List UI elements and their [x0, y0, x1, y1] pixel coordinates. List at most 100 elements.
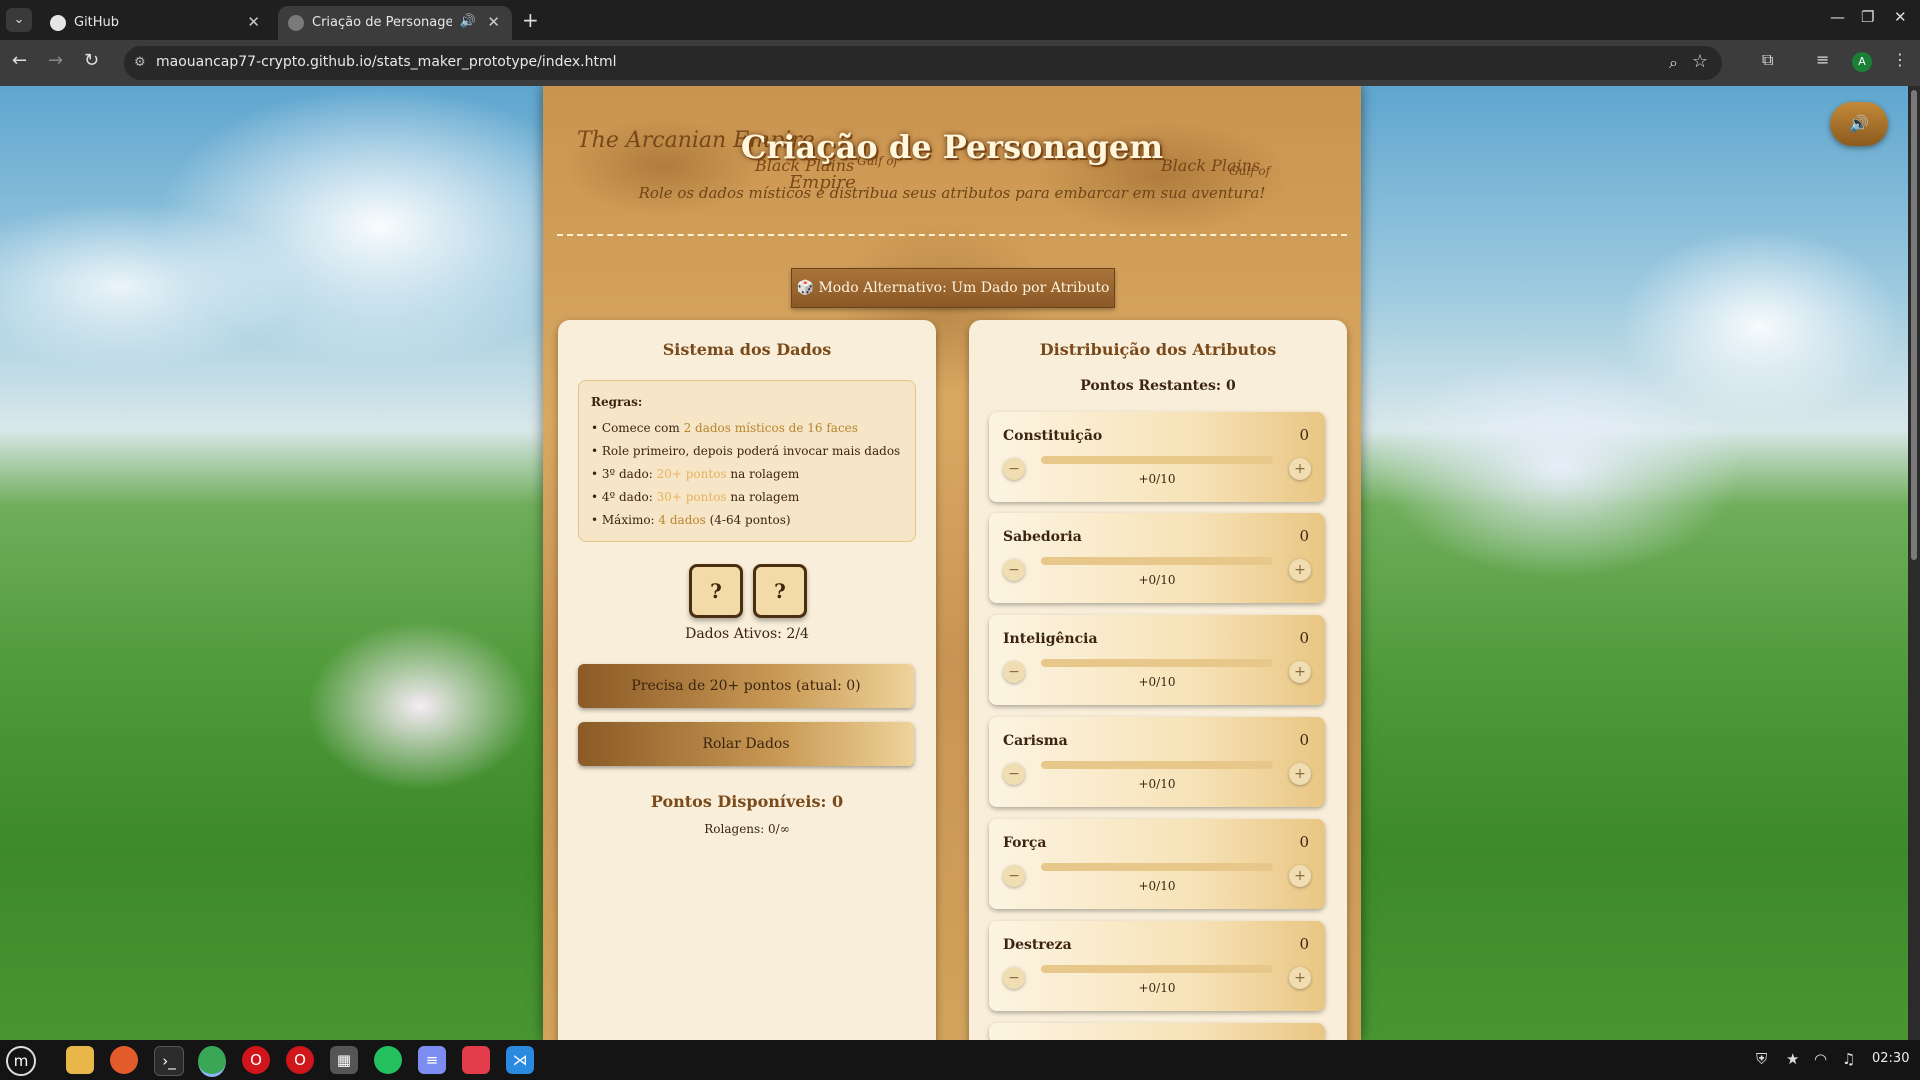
- url-text[interactable]: maouancap77-crypto.github.io/stats_maker…: [156, 54, 616, 70]
- zoom-icon[interactable]: ⌕: [1669, 53, 1678, 73]
- github-icon: [50, 15, 66, 31]
- attributes-card: Distribuição dos Atributos Pontos Restan…: [969, 320, 1347, 1040]
- attribute-name: Carisma: [1003, 733, 1068, 749]
- attribute-bar: [1041, 659, 1273, 667]
- start-menu-icon[interactable]: m: [6, 1046, 36, 1076]
- attribute-bonus: +0/10: [1138, 879, 1176, 893]
- clock[interactable]: 02:30: [1872, 1051, 1909, 1066]
- attribute-bonus: +0/10: [1138, 981, 1176, 995]
- media-controls-icon[interactable]: ≡: [1816, 50, 1829, 69]
- rule-line: • Comece com 2 dados místicos de 16 face…: [591, 421, 858, 435]
- tab-github[interactable]: GitHub ✕: [40, 6, 272, 40]
- page-scrollbar[interactable]: [1908, 86, 1920, 1040]
- back-arrow-icon[interactable]: ←: [12, 50, 27, 71]
- extensions-icon[interactable]: ⧉: [1762, 50, 1773, 70]
- card-title: Distribuição dos Atributos: [1039, 340, 1277, 359]
- attribute-name: Força: [1003, 835, 1047, 851]
- attribute-bonus: +0/10: [1138, 472, 1176, 486]
- tab-bar: ⌄ GitHub ✕ Criação de Personagem - 🔊 ✕ +…: [0, 0, 1920, 40]
- die-2[interactable]: ?: [753, 564, 807, 618]
- attribute-bar: [1041, 761, 1273, 769]
- card-title: Sistema dos Dados: [662, 340, 832, 359]
- attribute-bar: [1041, 456, 1273, 464]
- attribute-value: 0: [1299, 833, 1309, 851]
- firefox-icon[interactable]: [110, 1046, 138, 1074]
- close-tab-icon[interactable]: ✕: [487, 13, 500, 31]
- opera-gx-icon[interactable]: O: [286, 1046, 314, 1074]
- dice-system-card: Sistema dos Dados Regras: • Comece com 2…: [558, 320, 936, 1040]
- attribute-inteligencia: Inteligência 0 − + +0/10: [989, 615, 1325, 705]
- attribute-bar: [1041, 863, 1273, 871]
- rule-line: • 4º dado: 30+ pontos na rolagem: [591, 490, 800, 504]
- attribute-name: Destreza: [1003, 937, 1072, 953]
- address-bar[interactable]: ⚙ maouancap77-crypto.github.io/stats_mak…: [124, 46, 1722, 80]
- roll-dice-button[interactable]: Rolar Dados: [578, 722, 914, 766]
- calculator-icon[interactable]: ▦: [330, 1046, 358, 1074]
- rule-line: • 3º dado: 20+ pontos na rolagem: [591, 467, 800, 481]
- music-note-icon[interactable]: ♫: [1842, 1050, 1855, 1068]
- attribute-value: 0: [1299, 629, 1309, 647]
- active-dice-count: Dados Ativos: 2/4: [685, 626, 809, 642]
- attribute-bonus: +0/10: [1138, 675, 1176, 689]
- sound-toggle-button[interactable]: 🔊: [1830, 102, 1888, 146]
- wifi-icon[interactable]: ◠: [1814, 1050, 1827, 1068]
- tab-title: GitHub: [74, 15, 120, 30]
- speaker-icon: 🔊: [1849, 114, 1869, 133]
- bookmark-app-icon[interactable]: [462, 1046, 490, 1074]
- whatsapp-icon[interactable]: [374, 1046, 402, 1074]
- attribute-bonus: +0/10: [1138, 777, 1176, 791]
- terminal-icon[interactable]: ›_: [154, 1046, 184, 1076]
- chrome-icon[interactable]: [198, 1046, 226, 1077]
- reload-icon[interactable]: ↻: [84, 50, 99, 71]
- page-title: Criação de Personagem: [740, 128, 1164, 166]
- points-available: Pontos Disponíveis: 0: [650, 792, 844, 811]
- points-remaining: Pontos Restantes: 0: [1080, 378, 1236, 394]
- attribute-bonus: +0/10: [1138, 573, 1176, 587]
- tab-title: Criação de Personagem -: [312, 15, 452, 30]
- vscode-icon[interactable]: ⋊: [506, 1046, 534, 1074]
- close-tab-icon[interactable]: ✕: [247, 13, 260, 31]
- rules-heading: Regras:: [591, 395, 643, 409]
- minimize-icon[interactable]: —: [1830, 8, 1845, 26]
- attribute-value: 0: [1299, 935, 1309, 953]
- rules-box: Regras: • Comece com 2 dados místicos de…: [578, 380, 916, 542]
- attribute-bar: [1041, 557, 1273, 565]
- browser-toolbar: ← → ↻ ⚙ maouancap77-crypto.github.io/sta…: [0, 40, 1920, 86]
- alternative-mode-button[interactable]: 🎲 Modo Alternativo: Um Dado por Atributo: [791, 268, 1115, 308]
- attribute-value: 0: [1299, 426, 1309, 444]
- shield-icon[interactable]: ⛨: [1756, 1050, 1767, 1068]
- rolls-count: Rolagens: 0/∞: [704, 822, 790, 836]
- restore-icon[interactable]: ❐: [1861, 8, 1874, 26]
- die-1[interactable]: ?: [689, 564, 743, 618]
- profile-avatar[interactable]: A: [1852, 52, 1872, 72]
- tab-search-button[interactable]: ⌄: [6, 8, 32, 32]
- os-taskbar: m ›_ O O ▦ ≡ ⋊ ⛨ ★ ◠ ♫ 02:30: [0, 1040, 1920, 1080]
- summon-die-button[interactable]: Precisa de 20+ pontos (atual: 0): [578, 664, 914, 708]
- attribute-name: Sabedoria: [1003, 529, 1082, 545]
- files-icon[interactable]: [66, 1046, 94, 1074]
- star-icon[interactable]: ★: [1786, 1050, 1799, 1068]
- rule-line: • Role primeiro, depois poderá invocar m…: [591, 444, 901, 458]
- tab-character-creation[interactable]: Criação de Personagem - 🔊 ✕: [278, 6, 512, 40]
- scrollbar-thumb[interactable]: [1911, 90, 1917, 560]
- close-window-icon[interactable]: ✕: [1894, 8, 1907, 26]
- attribute-sabedoria: Sabedoria 0 − + +0/10: [989, 513, 1325, 603]
- map-label: Gulf of: [1229, 164, 1271, 178]
- attribute-name: Constituição: [1003, 428, 1103, 444]
- bookmark-star-icon[interactable]: ☆: [1692, 51, 1708, 72]
- attribute-next: [989, 1023, 1325, 1040]
- forward-arrow-icon[interactable]: →: [48, 50, 63, 71]
- new-tab-button[interactable]: +: [522, 8, 539, 32]
- attribute-forca: Força 0 − + +0/10: [989, 819, 1325, 909]
- attribute-destreza: Destreza 0 − + +0/10: [989, 921, 1325, 1011]
- opera-icon[interactable]: O: [242, 1046, 270, 1074]
- notes-icon[interactable]: ≡: [418, 1046, 446, 1074]
- page-viewport: 🔊 The Arcanian Empire Black Plains Black…: [0, 86, 1908, 1040]
- attribute-value: 0: [1299, 527, 1309, 545]
- site-info-icon[interactable]: ⚙: [134, 55, 150, 71]
- menu-kebab-icon[interactable]: ⋮: [1892, 50, 1908, 69]
- audio-playing-icon[interactable]: 🔊: [460, 14, 476, 29]
- parchment-panel: The Arcanian Empire Black Plains Black P…: [543, 86, 1361, 1040]
- attribute-name: Inteligência: [1003, 631, 1098, 647]
- divider: [557, 234, 1347, 236]
